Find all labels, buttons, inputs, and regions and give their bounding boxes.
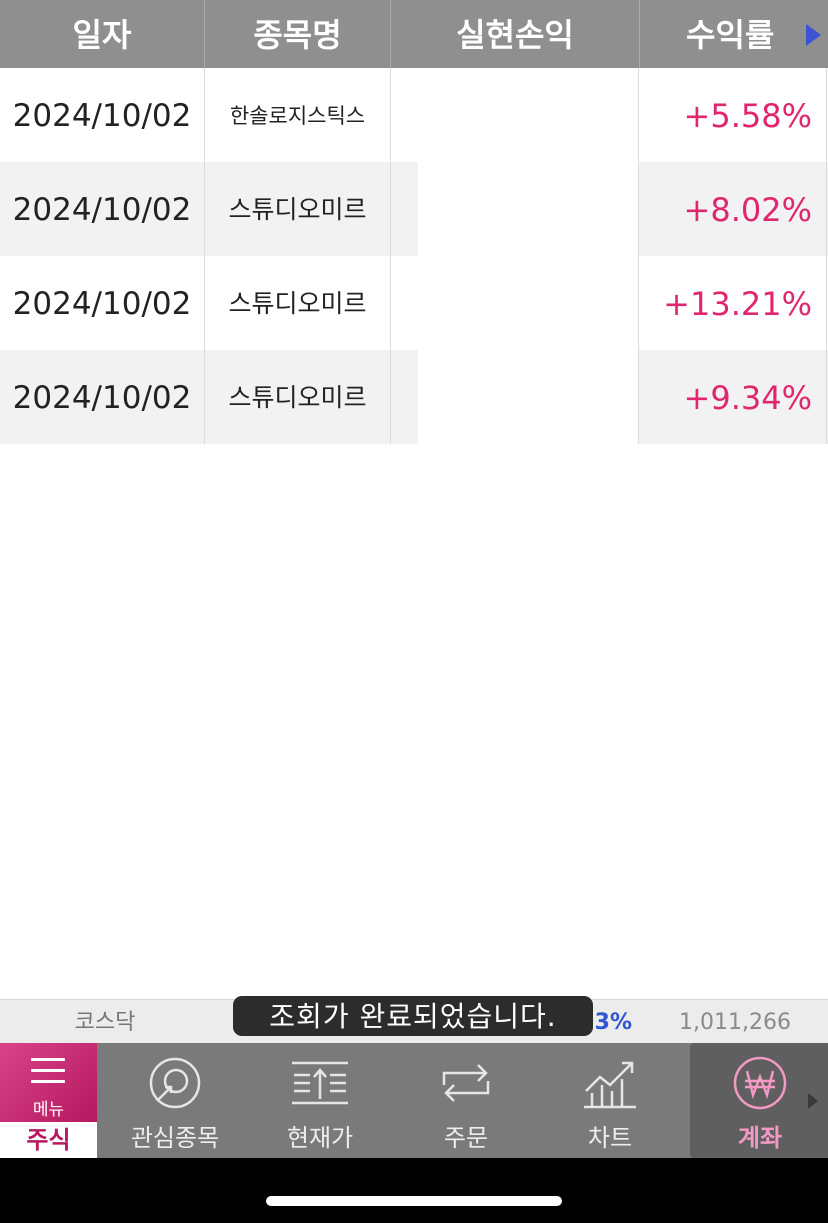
toast-message: 조회가 완료되었습니다.	[233, 996, 593, 1036]
row-return-rate: +9.34%	[683, 379, 812, 417]
watchlist-icon	[149, 1057, 201, 1109]
current-price-icon	[292, 1061, 348, 1105]
tab-stock[interactable]: 주식	[0, 1122, 97, 1158]
nav-label: 계좌	[737, 1124, 783, 1152]
table-row[interactable]: 2024/10/02 스튜디오미르 +8.02%	[0, 162, 828, 256]
nav-label: 관심종목	[130, 1124, 220, 1152]
won-icon	[733, 1056, 787, 1110]
nav-label: 주문	[443, 1124, 489, 1152]
row-return-rate: +8.02%	[683, 191, 812, 229]
nav-current-price[interactable]: 현재가	[250, 1043, 390, 1158]
row-date: 2024/10/02	[12, 98, 192, 134]
ticker-market: 코스닥	[74, 1010, 136, 1035]
nav-more-arrow-icon[interactable]	[808, 1093, 818, 1109]
row-stock-name: 스튜디오미르	[228, 195, 367, 224]
ticker-value: 1,011,266	[679, 1010, 791, 1035]
table-row[interactable]: 2024/10/02 한솔로지스틱스 +5.58%	[0, 68, 828, 162]
row-return-rate: +5.58%	[683, 97, 812, 135]
nav-label: 차트	[587, 1124, 633, 1152]
home-indicator-area	[0, 1158, 828, 1223]
menu-label: 메뉴	[32, 1100, 65, 1120]
table-row[interactable]: 2024/10/02 스튜디오미르 +13.21%	[0, 256, 828, 350]
header-realized-pnl[interactable]: 실현손익	[391, 0, 639, 68]
bottom-nav: 메뉴 주식 관심종목 현재가 주문 차트 계좌	[0, 1043, 828, 1158]
column-divider	[638, 68, 639, 444]
row-date: 2024/10/02	[12, 286, 192, 322]
menu-button[interactable]: 메뉴	[0, 1043, 97, 1122]
home-indicator[interactable]	[266, 1196, 562, 1206]
table-row[interactable]: 2024/10/02 스튜디오미르 +9.34%	[0, 350, 828, 444]
order-icon	[442, 1064, 490, 1102]
row-stock-name: 한솔로지스틱스	[229, 104, 366, 128]
header-stock-name[interactable]: 종목명	[205, 0, 390, 68]
nav-order[interactable]: 주문	[396, 1043, 536, 1158]
header-date[interactable]: 일자	[0, 0, 204, 68]
header-return-rate[interactable]: 수익률	[640, 0, 828, 68]
row-date: 2024/10/02	[12, 380, 192, 416]
row-return-rate: +13.21%	[663, 285, 812, 323]
scroll-right-arrow-icon[interactable]	[806, 24, 821, 46]
table-header: 일자 종목명 실현손익 수익률	[0, 0, 828, 68]
row-stock-name: 스튜디오미르	[228, 383, 367, 412]
nav-label: 현재가	[286, 1124, 354, 1152]
row-date: 2024/10/02	[12, 192, 192, 228]
row-stock-name: 스튜디오미르	[228, 289, 367, 318]
chart-icon	[584, 1061, 636, 1109]
nav-watchlist[interactable]: 관심종목	[105, 1043, 245, 1158]
hamburger-icon	[31, 1058, 65, 1091]
column-divider	[204, 68, 205, 444]
column-divider	[826, 68, 827, 444]
column-divider	[390, 68, 391, 444]
nav-chart[interactable]: 차트	[540, 1043, 680, 1158]
